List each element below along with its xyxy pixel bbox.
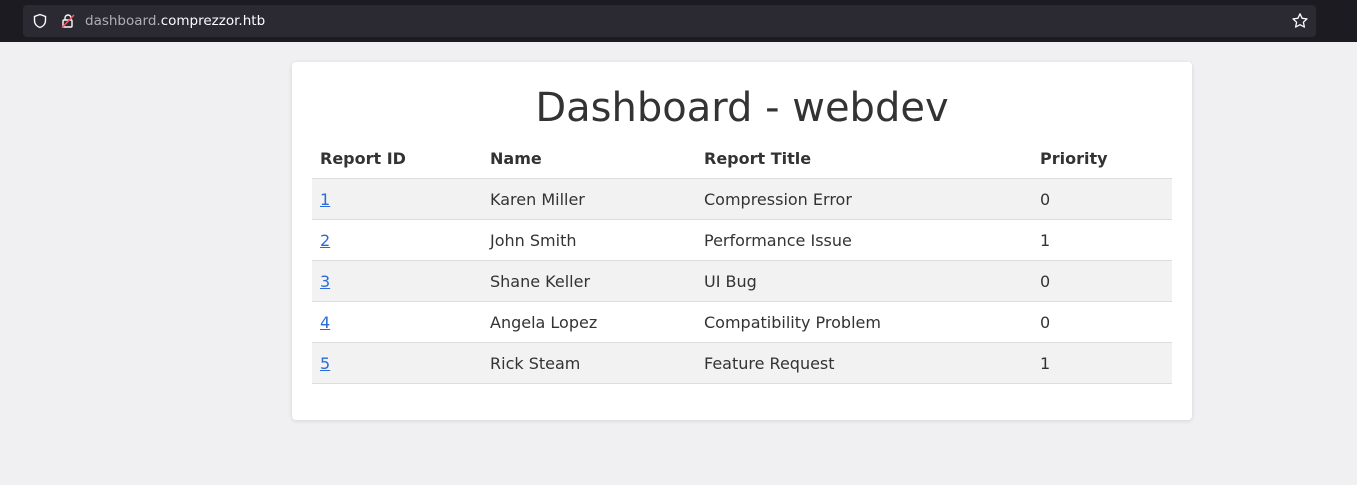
- report-id-cell: 2: [312, 219, 482, 261]
- table-row: 1 Karen Miller Compression Error 0: [312, 178, 1172, 220]
- table-row: 2 John Smith Performance Issue 1: [312, 219, 1172, 261]
- priority-cell: 0: [1032, 301, 1172, 343]
- report-link[interactable]: 3: [320, 272, 330, 291]
- bookmark-star-icon[interactable]: [1291, 12, 1309, 30]
- name-cell: Karen Miller: [482, 178, 696, 220]
- browser-toolbar: dashboard.comprezzor.htb: [0, 0, 1357, 42]
- header-report-id: Report ID: [312, 139, 482, 179]
- report-link[interactable]: 2: [320, 231, 330, 250]
- name-cell: Angela Lopez: [482, 301, 696, 343]
- report-link[interactable]: 4: [320, 313, 330, 332]
- page-title: Dashboard - webdev: [535, 85, 949, 131]
- report-title-cell: Compression Error: [696, 178, 1032, 220]
- priority-cell: 0: [1032, 260, 1172, 302]
- report-id-cell: 5: [312, 342, 482, 384]
- url-text[interactable]: dashboard.comprezzor.htb: [85, 5, 265, 37]
- name-cell: Rick Steam: [482, 342, 696, 384]
- header-priority: Priority: [1032, 139, 1172, 179]
- insecure-lock-icon[interactable]: [60, 13, 76, 29]
- report-title-cell: Performance Issue: [696, 219, 1032, 261]
- report-link[interactable]: 5: [320, 354, 330, 373]
- name-cell: Shane Keller: [482, 260, 696, 302]
- shield-icon[interactable]: [32, 13, 48, 29]
- report-link[interactable]: 1: [320, 190, 330, 209]
- priority-cell: 1: [1032, 219, 1172, 261]
- report-id-cell: 3: [312, 260, 482, 302]
- report-title-cell: UI Bug: [696, 260, 1032, 302]
- name-cell: John Smith: [482, 219, 696, 261]
- report-title-cell: Feature Request: [696, 342, 1032, 384]
- report-title-cell: Compatibility Problem: [696, 301, 1032, 343]
- priority-cell: 0: [1032, 178, 1172, 220]
- url-subdomain: dashboard.: [85, 13, 161, 29]
- report-id-cell: 4: [312, 301, 482, 343]
- url-domain: comprezzor.htb: [160, 13, 266, 29]
- table-header-row: Report ID Name Report Title Priority: [312, 139, 1172, 179]
- header-name: Name: [482, 139, 696, 179]
- reports-table: Report ID Name Report Title Priority 1 K…: [312, 139, 1172, 384]
- report-id-cell: 1: [312, 178, 482, 220]
- table-row: 5 Rick Steam Feature Request 1: [312, 342, 1172, 384]
- header-report-title: Report Title: [696, 139, 1032, 179]
- table-row: 3 Shane Keller UI Bug 0: [312, 260, 1172, 302]
- address-bar[interactable]: dashboard.comprezzor.htb: [23, 5, 1316, 37]
- priority-cell: 1: [1032, 342, 1172, 384]
- dashboard-card: Dashboard - webdev Report ID Name Report…: [292, 62, 1192, 420]
- table-row: 4 Angela Lopez Compatibility Problem 0: [312, 301, 1172, 343]
